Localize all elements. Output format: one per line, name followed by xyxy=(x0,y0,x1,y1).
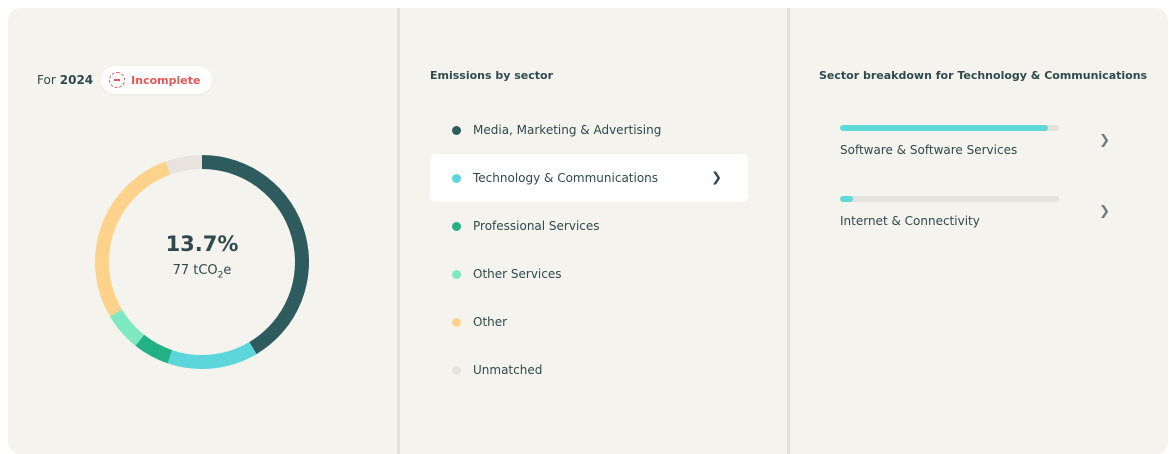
breakdown-item-internet[interactable]: Internet & Connectivity ❯ xyxy=(840,196,1130,228)
sector-item-technology[interactable]: Technology & Communications ❯ xyxy=(430,154,748,202)
panel-divider xyxy=(787,8,790,454)
sector-label: Media, Marketing & Advertising xyxy=(473,123,662,137)
progress-fill xyxy=(840,125,1049,131)
chevron-right-icon: ❯ xyxy=(1099,133,1110,148)
sector-label: Professional Services xyxy=(473,219,600,233)
donut-slice-other-services[interactable] xyxy=(109,309,145,346)
amount-prefix: 77 tCO xyxy=(172,263,218,278)
breakdown-label: Software & Software Services xyxy=(840,143,1018,157)
sector-item-other[interactable]: Other xyxy=(430,298,748,346)
panel-divider xyxy=(397,8,400,454)
sector-label: Unmatched xyxy=(473,363,543,377)
sector-dot xyxy=(452,317,461,327)
sectors-title: Emissions by sector xyxy=(430,69,554,82)
sector-dot xyxy=(452,365,461,375)
donut-center: 13.7% 77 tCO2e xyxy=(94,232,310,281)
chevron-right-icon: ❯ xyxy=(1099,204,1110,219)
breakdown-title: Sector breakdown for Technology & Commun… xyxy=(819,69,1148,82)
sector-dot xyxy=(452,125,461,135)
donut-slice-unmatched[interactable] xyxy=(165,155,202,175)
progress-fill xyxy=(840,196,854,202)
incomplete-icon xyxy=(109,72,126,88)
chevron-right-icon: ❯ xyxy=(711,170,722,186)
selected-amount: 77 tCO2e xyxy=(94,263,310,281)
donut-slice-professional-services[interactable] xyxy=(135,334,173,364)
sector-label: Other Services xyxy=(473,267,562,281)
selected-percent: 13.7% xyxy=(165,232,239,256)
sector-item-unmatched[interactable]: Unmatched xyxy=(430,346,748,394)
progress-bar xyxy=(840,125,1059,131)
sector-dot xyxy=(452,221,461,231)
year-label: For xyxy=(37,73,56,87)
year-selector[interactable]: For 2024 xyxy=(37,73,93,87)
status-badge[interactable]: Incomplete xyxy=(101,66,213,94)
sector-dot xyxy=(452,269,461,279)
sector-dot xyxy=(452,173,461,183)
sector-list: Media, Marketing & Advertising Technolog… xyxy=(430,106,748,394)
sector-item-professional-services[interactable]: Professional Services xyxy=(430,202,748,250)
year-row: For 2024 Incomplete xyxy=(37,66,213,94)
sector-item-media[interactable]: Media, Marketing & Advertising xyxy=(430,106,748,154)
progress-bar xyxy=(840,196,1059,202)
amount-suffix: e xyxy=(223,263,232,278)
year-value: 2024 xyxy=(59,73,94,87)
emissions-donut-chart: 13.7% 77 tCO2e xyxy=(94,154,310,370)
breakdown-label: Internet & Connectivity xyxy=(840,214,980,228)
sector-item-other-services[interactable]: Other Services xyxy=(430,250,748,298)
sector-label: Other xyxy=(473,315,508,329)
status-label: Incomplete xyxy=(131,73,201,87)
sector-label: Technology & Communications xyxy=(473,171,659,185)
breakdown-item-software[interactable]: Software & Software Services ❯ xyxy=(840,125,1130,157)
donut-slice-technology-communications[interactable] xyxy=(167,342,257,369)
